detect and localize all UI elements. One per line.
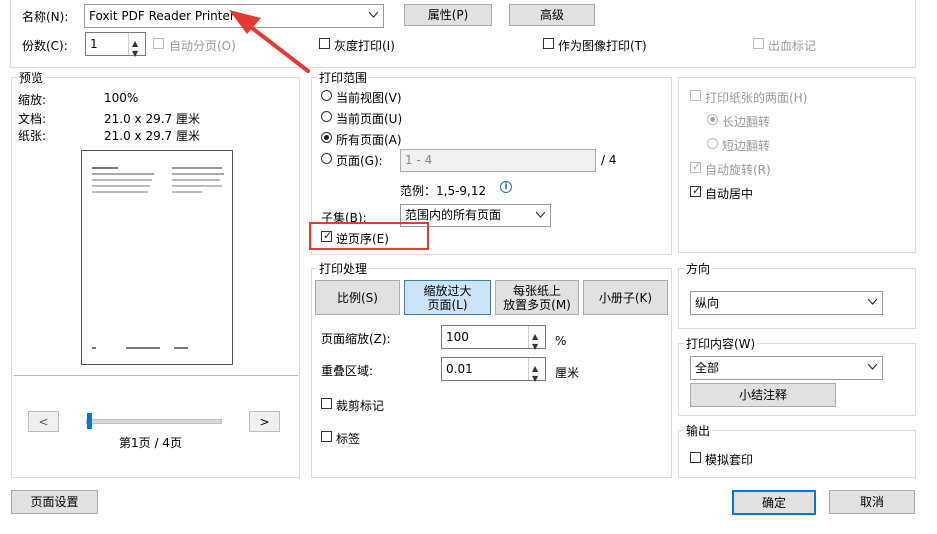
copies-label: 份数(C): [22, 39, 68, 53]
tab-booklet[interactable]: 小册子(K) [583, 280, 668, 315]
pages-radio[interactable] [321, 153, 332, 164]
pages-range-input[interactable]: 1 - 4 [400, 149, 596, 172]
orientation-title: 方向 [684, 260, 713, 277]
tab-multi-line1: 每张纸上 [512, 283, 561, 298]
all-pages-label: 所有页面(A) [336, 133, 402, 147]
pages-range-value: 1 - 4 [405, 153, 433, 167]
tab-scale[interactable]: 比例(S) [315, 280, 400, 315]
info-icon[interactable]: i [500, 181, 512, 193]
pages-label: 页面(G): [336, 154, 383, 168]
long-edge-radio[interactable] [707, 114, 718, 125]
page-indicator: 第1页 / 4页 [119, 436, 182, 450]
print-handling-title: 打印处理 [317, 260, 370, 277]
zoom-label: 缩放: [18, 93, 47, 107]
current-page-label: 当前页面(U) [336, 112, 403, 126]
current-view-radio[interactable] [321, 90, 332, 101]
print-content-value: 全部 [695, 361, 720, 375]
page-setup-button[interactable]: 页面设置 [11, 490, 98, 514]
page-slider-thumb[interactable] [87, 413, 92, 429]
stepper-down-icon: ▼ [132, 49, 139, 58]
grayscale-checkbox[interactable] [319, 38, 330, 49]
stepper-down-icon: ▼ [532, 374, 539, 383]
print-both-sides-label: 打印纸张的两面(H) [705, 91, 808, 105]
tab-fit-oversized[interactable]: 缩放过大 页面(L) [404, 280, 491, 315]
copies-input[interactable]: 1 ▲ ▼ [85, 32, 146, 58]
chevron-down-icon [868, 299, 877, 305]
print-as-image-checkbox[interactable] [543, 38, 554, 49]
paper-label: 纸张: [18, 129, 47, 143]
zoom-value: 100% [104, 91, 139, 105]
bleed-marks-checkbox[interactable] [753, 38, 764, 49]
page-scale-input[interactable]: 100 ▲ ▼ [441, 325, 546, 351]
page-scale-unit: % [555, 334, 567, 348]
print-content-title: 打印内容(W) [684, 335, 758, 352]
page-preview-thumbnail [81, 150, 233, 365]
tab-multi-line2: 放置多页(M) [503, 297, 571, 312]
tab-fit-line2: 页面(L) [427, 297, 468, 312]
overlap-unit: 厘米 [555, 366, 580, 380]
output-title: 输出 [684, 422, 713, 439]
chevron-down-icon [369, 12, 378, 18]
chevron-down-icon [536, 212, 545, 218]
auto-center-label: 自动居中 [705, 187, 754, 201]
short-edge-radio[interactable] [707, 138, 718, 149]
simulate-overprint-checkbox[interactable] [690, 452, 701, 463]
overlap-label: 重叠区域: [321, 364, 374, 378]
current-view-label: 当前视图(V) [336, 91, 402, 105]
printer-name-value: Foxit PDF Reader Printer [89, 9, 235, 23]
paper-size: 21.0 x 29.7 厘米 [104, 129, 200, 143]
all-pages-radio[interactable] [321, 132, 332, 143]
long-edge-label: 长边翻转 [722, 115, 771, 129]
preview-title: 预览 [17, 69, 46, 86]
copies-value: 1 [90, 37, 98, 51]
cancel-button[interactable]: 取消 [829, 490, 915, 514]
preview-divider [14, 375, 298, 376]
next-page-button[interactable]: > [249, 411, 280, 432]
short-edge-label: 短边翻转 [722, 139, 771, 153]
overlap-input[interactable]: 0.01 ▲ ▼ [441, 357, 546, 383]
auto-rotate-checkbox[interactable]: ✓ [690, 161, 701, 173]
page-scale-value: 100 [446, 330, 469, 344]
page-slider[interactable] [86, 413, 222, 429]
stepper-down-icon: ▼ [532, 342, 539, 351]
collate-checkbox[interactable] [153, 38, 164, 49]
total-pages: / 4 [601, 153, 617, 167]
orientation-select[interactable]: 纵向 [690, 291, 883, 315]
tab-fit-line1: 缩放过大 [423, 283, 472, 298]
auto-center-checkbox[interactable]: ✓ [690, 185, 701, 197]
copies-stepper[interactable]: ▲ ▼ [128, 33, 145, 58]
advanced-button[interactable]: 高级 [509, 4, 595, 26]
summarize-comments-button[interactable]: 小结注释 [690, 383, 836, 407]
chevron-down-icon [868, 364, 877, 370]
subset-value: 范围内的所有页面 [405, 208, 502, 222]
annotation-highlight-box [309, 222, 429, 250]
properties-button[interactable]: 属性(P) [404, 4, 492, 26]
simulate-overprint-label: 模拟套印 [705, 453, 754, 467]
grayscale-label: 灰度打印(I) [334, 39, 395, 53]
printer-name-label: 名称(N): [22, 10, 69, 24]
bleed-marks-label: 出血标记 [768, 39, 817, 53]
crop-marks-checkbox[interactable] [321, 398, 332, 409]
page-scale-stepper[interactable]: ▲ ▼ [528, 326, 545, 351]
ok-button[interactable]: 确定 [732, 490, 816, 515]
annotation-arrow [229, 10, 310, 73]
current-page-radio[interactable] [321, 111, 332, 122]
labels-checkbox[interactable] [321, 431, 332, 442]
print-content-select[interactable]: 全部 [690, 356, 883, 380]
document-label: 文档: [18, 112, 47, 126]
crop-marks-label: 裁剪标记 [336, 399, 385, 413]
tab-multiple-pages[interactable]: 每张纸上 放置多页(M) [495, 280, 579, 315]
page-scale-label: 页面缩放(Z): [321, 332, 391, 346]
print-as-image-label: 作为图像打印(T) [558, 39, 647, 53]
overlap-stepper[interactable]: ▲ ▼ [528, 358, 545, 383]
print-range-title: 打印范围 [317, 69, 370, 86]
range-example: 范例：1,5-9,12 [400, 184, 487, 198]
labels-label: 标签 [336, 432, 361, 446]
print-both-sides-checkbox[interactable] [690, 90, 701, 101]
previous-page-button[interactable]: < [28, 411, 59, 432]
auto-rotate-label: 自动旋转(R) [705, 163, 771, 177]
document-size: 21.0 x 29.7 厘米 [104, 112, 200, 126]
orientation-value: 纵向 [695, 296, 720, 310]
overlap-value: 0.01 [446, 362, 473, 376]
